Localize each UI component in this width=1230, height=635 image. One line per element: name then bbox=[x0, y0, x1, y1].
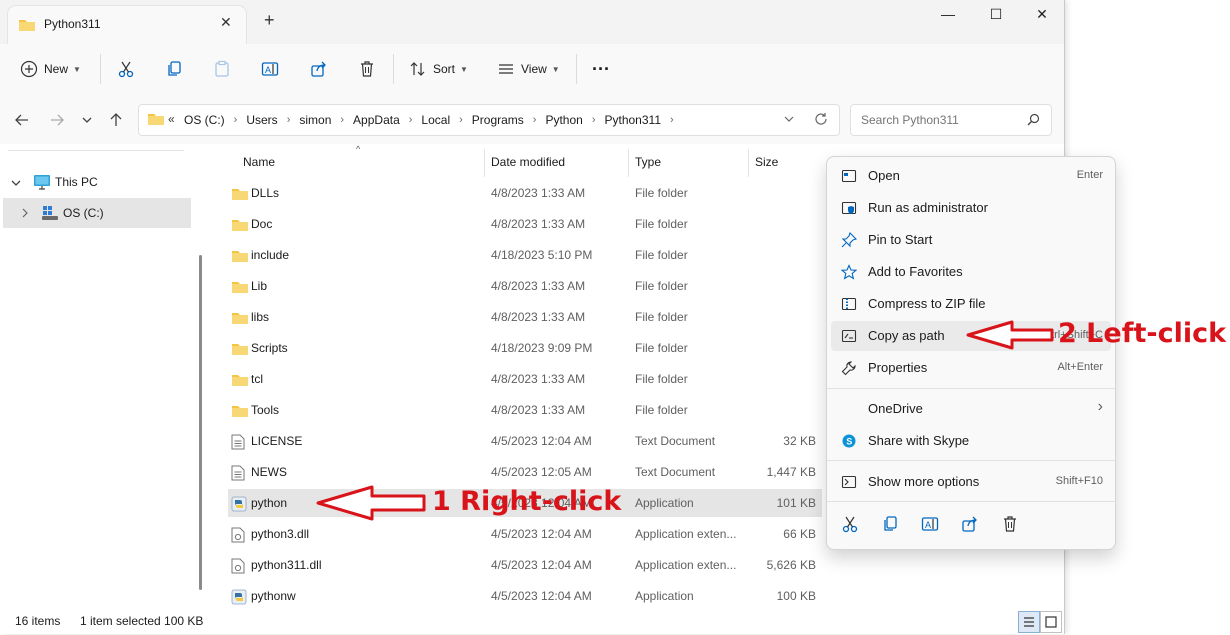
annotation-layer bbox=[316, 320, 1054, 521]
annotation-step-2: 2 Left-click bbox=[1058, 318, 1227, 349]
annotation-step-1: 1 Right-click bbox=[432, 486, 622, 517]
arrow-1-icon bbox=[316, 485, 426, 521]
arrow-2-icon bbox=[966, 320, 1054, 350]
